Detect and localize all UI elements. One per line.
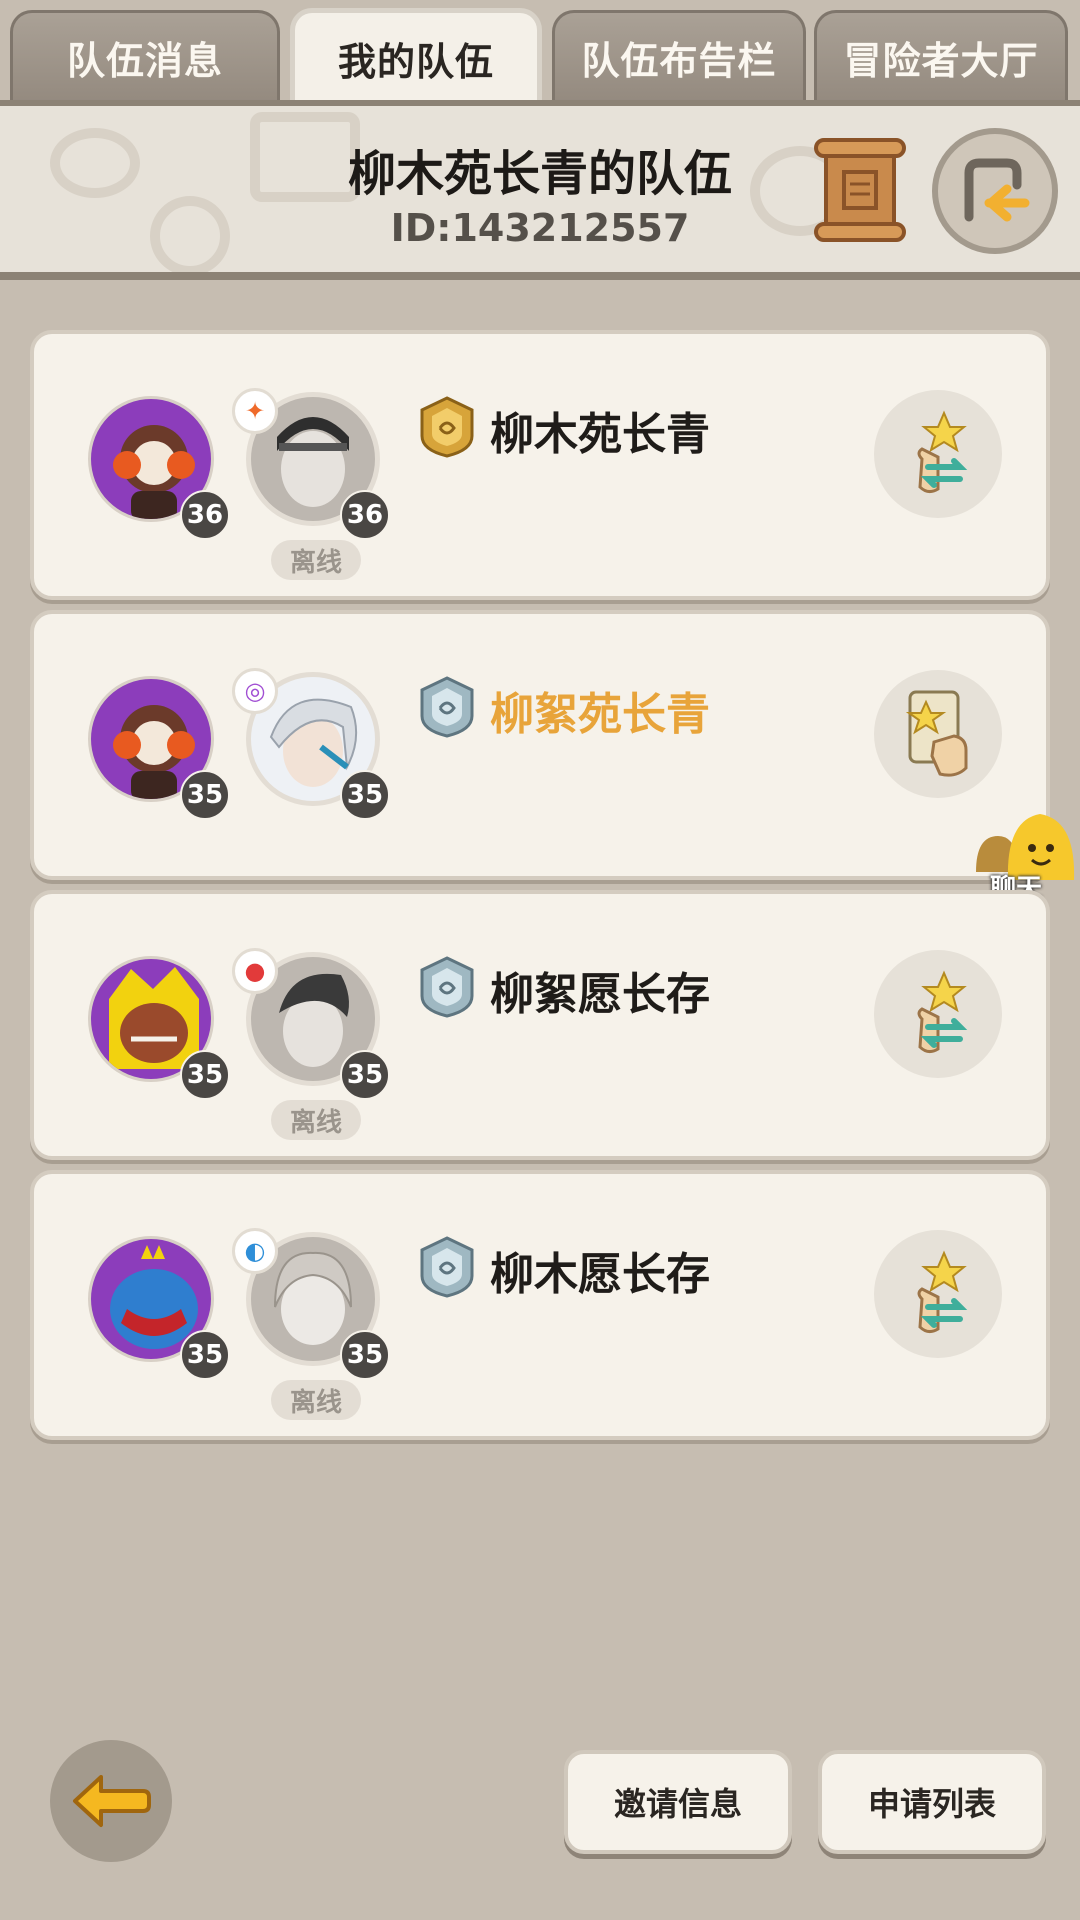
pet-level-badge: 35	[180, 1330, 230, 1380]
member-action-button[interactable]	[874, 390, 1002, 518]
team-title: 柳木苑长青的队伍	[347, 146, 732, 202]
hero-level-badge: 35	[340, 1050, 390, 1100]
silver-shield-icon	[420, 1236, 474, 1298]
member-name: 柳絮苑长青	[490, 689, 710, 740]
tab-adventurer-hall[interactable]: 冒险者大厅	[814, 10, 1068, 102]
member-action-button[interactable]	[874, 1230, 1002, 1358]
team-id: ID:143212557	[390, 206, 690, 250]
hero-level-badge: 36	[340, 490, 390, 540]
member-card[interactable]: 36 36 ✦ 离线 柳木苑长青	[30, 330, 1050, 600]
status-badge: 离线	[271, 540, 361, 580]
member-name: 柳木苑长青	[490, 409, 710, 460]
pet-level-badge: 35	[180, 770, 230, 820]
silver-shield-icon	[420, 676, 474, 738]
status-badge: 离线	[271, 1100, 361, 1140]
pet-level-badge: 36	[180, 490, 230, 540]
hero-level-badge: 35	[340, 770, 390, 820]
hand-swap-icon	[917, 410, 968, 494]
hand-swap-icon	[917, 1250, 968, 1334]
member-name: 柳絮愿长存	[490, 969, 710, 1020]
psychic-element-icon: ◎	[232, 668, 278, 714]
leave-team-button[interactable]	[932, 128, 1058, 254]
fire-element-icon: ✦	[232, 388, 278, 434]
member-card[interactable]: 35 35 ◎ 柳絮苑长青	[30, 610, 1050, 880]
back-arrow-icon	[73, 1775, 151, 1827]
water-element-icon: ◐	[232, 1228, 278, 1274]
member-name: 柳木愿长存	[490, 1249, 710, 1300]
team-header: 柳木苑长青的队伍 ID:143212557	[0, 100, 1080, 280]
member-card[interactable]: 35 35 ● 离线 柳絮愿长存	[30, 890, 1050, 1160]
tab-team-bulletin[interactable]: 队伍布告栏	[552, 10, 806, 102]
tab-bar: 队伍消息 我的队伍 队伍布告栏 冒险者大厅	[0, 0, 1080, 104]
card-hand-icon	[905, 690, 968, 777]
exit-arrow-icon	[964, 158, 1030, 222]
scroll-icon[interactable]	[812, 138, 908, 242]
member-card[interactable]: 35 35 ◐ 离线 柳木愿长存	[30, 1170, 1050, 1440]
member-action-button[interactable]	[874, 950, 1002, 1078]
pet-level-badge: 35	[180, 1050, 230, 1100]
gold-shield-icon	[420, 396, 474, 458]
back-button[interactable]	[50, 1740, 172, 1862]
red-element-icon: ●	[232, 948, 278, 994]
member-action-button[interactable]	[874, 670, 1002, 798]
status-badge: 离线	[271, 1380, 361, 1420]
hero-level-badge: 35	[340, 1330, 390, 1380]
invite-info-button[interactable]: 邀请信息	[564, 1750, 792, 1854]
silver-shield-icon	[420, 956, 474, 1018]
apply-list-button[interactable]: 申请列表	[818, 1750, 1046, 1854]
hand-swap-icon	[917, 970, 968, 1054]
tab-my-team[interactable]: 我的队伍	[290, 8, 542, 104]
tab-team-messages[interactable]: 队伍消息	[10, 10, 280, 102]
